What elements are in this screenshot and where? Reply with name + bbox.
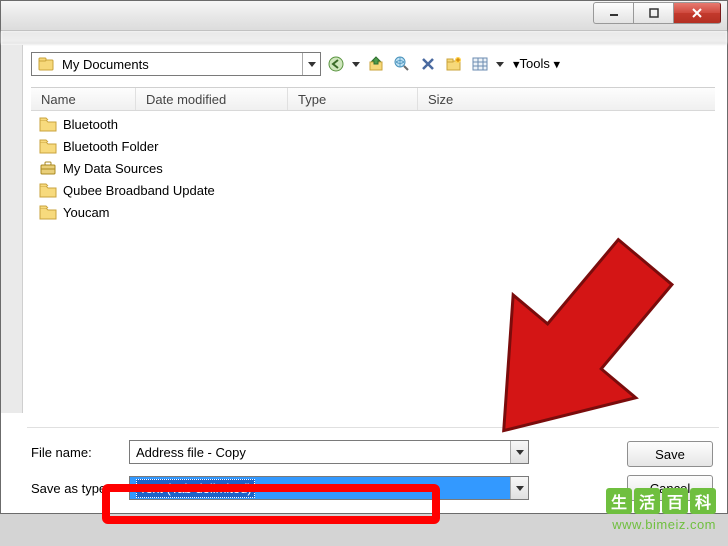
- tools-label-text: Tools: [520, 56, 550, 71]
- column-size[interactable]: Size: [418, 88, 715, 110]
- list-item[interactable]: Bluetooth: [33, 113, 713, 135]
- up-one-level-icon[interactable]: [365, 53, 387, 75]
- file-name: Bluetooth: [63, 117, 118, 132]
- search-web-icon[interactable]: [391, 53, 413, 75]
- list-item[interactable]: My Data Sources: [33, 157, 713, 179]
- watermark-char: 活: [634, 488, 660, 514]
- back-dropdown[interactable]: [351, 62, 361, 67]
- save-button[interactable]: Save: [627, 441, 713, 467]
- views-dropdown[interactable]: [495, 62, 505, 67]
- filename-input[interactable]: Address file - Copy: [129, 440, 529, 464]
- views-icon[interactable]: [469, 53, 491, 75]
- folder-icon: [36, 54, 56, 74]
- watermark-char: 百: [662, 488, 688, 514]
- minimize-button[interactable]: [593, 2, 633, 24]
- back-icon[interactable]: [325, 53, 347, 75]
- file-name: My Data Sources: [63, 161, 163, 176]
- file-list[interactable]: Bluetooth Bluetooth Folder My Data Sourc…: [33, 113, 713, 413]
- watermark-char: 科: [690, 488, 716, 514]
- save-button-label: Save: [655, 447, 685, 462]
- list-item[interactable]: Qubee Broadband Update: [33, 179, 713, 201]
- filename-dropdown-button[interactable]: [510, 441, 528, 463]
- filename-value: Address file - Copy: [136, 445, 246, 460]
- location-text: My Documents: [60, 57, 302, 72]
- watermark-char: 生: [606, 488, 632, 514]
- filename-row: File name: Address file - Copy: [27, 438, 719, 466]
- column-name[interactable]: Name: [31, 88, 136, 110]
- list-item[interactable]: Bluetooth Folder: [33, 135, 713, 157]
- watermark-url: www.bimeiz.com: [612, 517, 716, 532]
- ribbon-blur: [1, 31, 727, 44]
- maximize-button[interactable]: [633, 2, 673, 24]
- file-name: Bluetooth Folder: [63, 139, 158, 154]
- saveas-dropdown-button[interactable]: [510, 477, 528, 499]
- titlebar: [1, 1, 727, 31]
- new-folder-icon[interactable]: [443, 53, 465, 75]
- file-name: Qubee Broadband Update: [63, 183, 215, 198]
- saveas-value: Text (Tab delimited): [136, 479, 255, 498]
- saveas-type-combo[interactable]: Text (Tab delimited): [129, 476, 529, 500]
- folder-icon: [39, 116, 57, 132]
- close-button[interactable]: [673, 2, 721, 24]
- column-type[interactable]: Type: [288, 88, 418, 110]
- folder-icon: [39, 204, 57, 220]
- location-dropdown-button[interactable]: [302, 53, 320, 75]
- watermark-logo: 生 活 百 科: [606, 488, 716, 514]
- tools-menu[interactable]: ▾Tools ▾: [509, 56, 564, 73]
- column-headers: Name Date modified Type Size: [31, 87, 715, 111]
- toolbar: My Documents ▾Tools ▾: [31, 49, 717, 79]
- folder-icon: [39, 138, 57, 154]
- saveas-label: Save as type:: [27, 481, 129, 496]
- briefcase-icon: [39, 160, 57, 176]
- location-combo[interactable]: My Documents: [31, 52, 321, 76]
- save-dialog-window: My Documents ▾Tools ▾ Name Date modifi: [0, 0, 728, 514]
- column-date[interactable]: Date modified: [136, 88, 288, 110]
- window-controls: [593, 2, 721, 24]
- file-name: Youcam: [63, 205, 110, 220]
- delete-icon[interactable]: [417, 53, 439, 75]
- folder-icon: [39, 182, 57, 198]
- filename-label: File name:: [27, 445, 129, 460]
- places-bar: [1, 45, 23, 413]
- list-item[interactable]: Youcam: [33, 201, 713, 223]
